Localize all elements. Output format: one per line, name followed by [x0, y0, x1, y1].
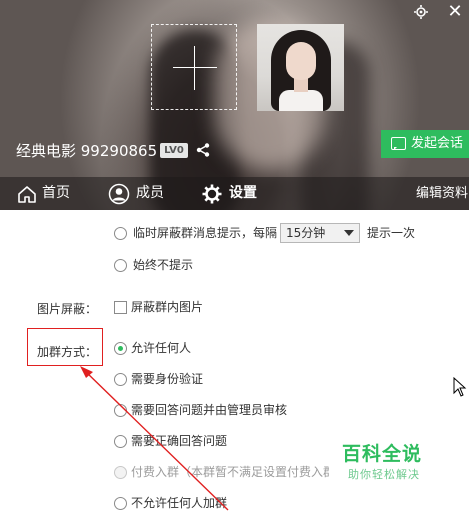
temp-block-prefix: 临时屏蔽群消息提示，每隔 — [133, 226, 278, 240]
plus-icon — [173, 67, 217, 68]
temp-block-radio[interactable] — [114, 227, 127, 240]
temp-block-suffix: 提示一次 — [367, 226, 416, 240]
start-chat-label: 发起会话 — [411, 136, 464, 151]
tab-members[interactable]: 成员 — [108, 177, 164, 210]
gear-icon — [202, 184, 222, 204]
member-icon — [108, 183, 130, 205]
tab-members-label: 成员 — [136, 185, 164, 201]
chat-bubble-icon — [391, 137, 406, 150]
join-option-label: 不允许任何人加群 — [131, 496, 228, 510]
upload-avatar-button[interactable] — [151, 24, 237, 110]
start-chat-button[interactable]: 发起会话 — [381, 130, 469, 158]
join-option-radio[interactable] — [114, 404, 127, 417]
join-option-radio[interactable] — [114, 497, 127, 510]
tab-bar: 首页 成员 设置 编辑资料 — [0, 177, 469, 210]
image-block-checkbox[interactable] — [114, 301, 127, 314]
chevron-down-icon — [344, 230, 354, 236]
tab-settings[interactable]: 设置 — [201, 177, 257, 210]
settings-panel: 临时屏蔽群消息提示，每隔 15分钟 提示一次 始终不提示 图片屏蔽： 屏蔽群内图… — [0, 210, 469, 511]
tab-edit-profile[interactable]: 编辑资料 — [416, 177, 468, 210]
group-header-banner: ✕ 经典电影 99290865 LV0 发起会话 首页 成员 设置 编辑资料 — [0, 0, 469, 210]
annotation-highlight-box — [27, 328, 103, 366]
join-option-radio[interactable] — [114, 435, 127, 448]
watermark-title: 百科全说 — [342, 443, 423, 465]
close-icon[interactable]: ✕ — [445, 2, 465, 22]
group-name: 经典电影 99290865 — [16, 142, 158, 160]
plus-icon — [194, 46, 195, 90]
join-option-radio[interactable] — [114, 373, 127, 386]
group-avatar[interactable] — [257, 24, 344, 111]
join-option-label: 需要身份验证 — [131, 372, 204, 386]
home-icon — [18, 186, 36, 203]
join-option-label: 允许任何人 — [131, 341, 192, 355]
tab-home[interactable]: 首页 — [16, 177, 70, 210]
never-notify-radio[interactable] — [114, 259, 127, 272]
tab-edit-profile-label: 编辑资料 — [416, 186, 469, 201]
join-option-label: 需要正确回答问题 — [131, 434, 228, 448]
interval-select[interactable]: 15分钟 — [280, 223, 360, 243]
join-option-radio[interactable] — [114, 342, 127, 355]
image-block-option-label: 屏蔽群内图片 — [131, 300, 204, 314]
skin-settings-icon[interactable] — [412, 4, 430, 22]
never-notify-label: 始终不提示 — [133, 258, 194, 272]
mouse-cursor-icon — [453, 377, 467, 397]
interval-select-value: 15分钟 — [286, 226, 326, 240]
tab-settings-label: 设置 — [229, 185, 257, 201]
tab-home-label: 首页 — [42, 185, 70, 201]
watermark-subtitle: 助你轻松解决 — [348, 468, 420, 481]
image-block-label: 图片屏蔽： — [37, 302, 98, 316]
join-option-radio-disabled — [114, 466, 127, 479]
join-option-label: 需要回答问题并由管理员审核 — [131, 403, 288, 417]
join-option-label: 付费入群（本群暂不满足设置付费入群 — [131, 465, 329, 479]
share-icon[interactable] — [195, 142, 211, 158]
level-badge: LV0 — [160, 143, 188, 158]
